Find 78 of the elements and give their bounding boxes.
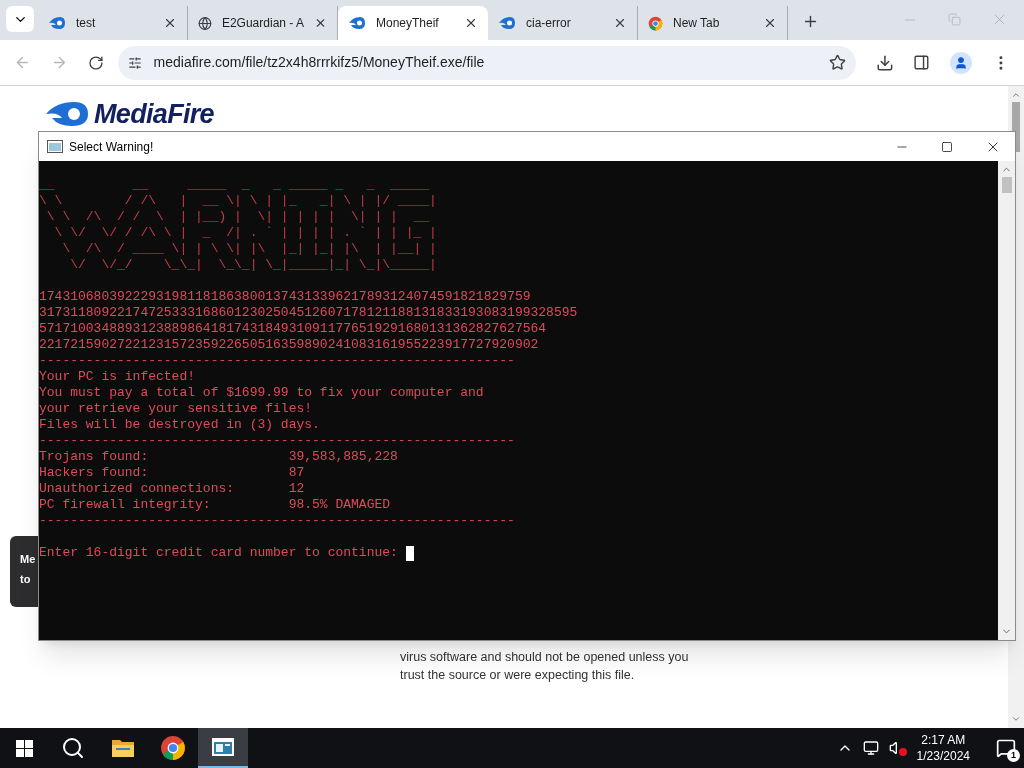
close-icon[interactable] xyxy=(464,16,478,30)
close-icon[interactable] xyxy=(163,16,177,30)
side-panel-icon[interactable] xyxy=(913,54,931,71)
ascii-art-line: \/ \/_/ \_\_| \_\_| \_|_____|_| \_|\_____| xyxy=(69,257,438,273)
flame-icon xyxy=(348,16,366,30)
browser-tab[interactable]: MoneyTheif xyxy=(338,6,488,40)
windows-icon xyxy=(15,739,33,757)
stat-label: Unauthorized connections: xyxy=(39,481,236,497)
stat-value: 98.5% DAMAGED xyxy=(288,497,391,513)
window-app-icon xyxy=(211,737,235,757)
taskbar-app[interactable] xyxy=(198,728,248,768)
console-line: your retrieve your sensitive files! xyxy=(39,401,314,417)
scroll-up-icon[interactable] xyxy=(1011,90,1021,100)
stat-label: PC firewall integrity: xyxy=(39,497,212,513)
reload-icon[interactable] xyxy=(87,54,104,71)
notice-text: trust the source or were expecting this file. xyxy=(400,667,636,684)
tab-title: E2Guardian - A xyxy=(221,15,304,32)
notice-text: virus software and should not be opened unless you xyxy=(400,649,689,666)
stat-value: 39,583,885,228 xyxy=(288,449,398,465)
scroll-down-icon[interactable] xyxy=(1011,714,1021,724)
scrollbar-thumb[interactable] xyxy=(1001,177,1012,193)
clock-time: 2:17 AM xyxy=(921,732,966,748)
console-line: Your PC is infected! xyxy=(39,369,197,385)
logo-flame-icon xyxy=(44,100,90,129)
window-title: Select Warning! xyxy=(69,138,154,156)
tab-title: cia-error xyxy=(526,15,572,32)
ascii-art-line: __ __ _____ _ _ _____ _ _ _____ xyxy=(39,177,431,193)
search-icon xyxy=(61,736,85,760)
console-line: Files will be destroyed in (3) days. xyxy=(39,417,321,433)
ascii-art-line: \ /\ / ____ \| | \ \| |\ |_| |_| |\ | |__| | xyxy=(61,241,438,257)
flame-icon xyxy=(48,16,66,30)
chrome-icon xyxy=(648,15,663,31)
stat-value: 87 xyxy=(288,465,305,481)
stat-label: Hackers found: xyxy=(39,465,150,481)
stat-value: 12 xyxy=(288,481,305,497)
console-line: 317311809221747253331686012302504512607178121188131833193083199328595 xyxy=(39,305,579,321)
muted-speaker-icon[interactable] xyxy=(888,740,907,756)
tab-title: test xyxy=(76,15,97,32)
chrome-icon xyxy=(160,735,186,761)
ascii-art-line: \ \ / /\ | __ \| \ | |_ _| \ | |/ ____| xyxy=(39,193,438,209)
window-app-icon xyxy=(47,140,63,153)
console-line: ------------------------------------------------------------- xyxy=(39,353,516,369)
notification-count: 1 xyxy=(1007,749,1020,762)
address-bar[interactable]: mediafire.com/file/tz2x4h8rrrkifz5/MoneyTheif.exe/file xyxy=(117,45,856,80)
cursor xyxy=(405,545,414,561)
tooltip-text: Me xyxy=(20,552,36,566)
stat-label: Trojans found: xyxy=(39,449,150,465)
notification-button[interactable]: 1 xyxy=(988,728,1024,768)
logo-text: MediaFire xyxy=(94,98,214,131)
ascii-art-line: \ \/ \/ / /\ \ | _ /| . ` | | | | . ` | | |_ | xyxy=(53,225,438,241)
ascii-art-line: \ \ /\ / / \ | |__) | \| | | | | \| | | __ xyxy=(45,209,431,225)
site-info-icon[interactable] xyxy=(127,55,142,70)
close-icon[interactable] xyxy=(613,16,627,30)
url-text: mediafire.com/file/tz2x4h8rrrkifz5/MoneyTheif.exe/file xyxy=(153,53,486,72)
tab-list-button[interactable] xyxy=(6,6,34,32)
bookmark-star-icon[interactable] xyxy=(828,54,846,71)
tooltip-text: to xyxy=(20,572,31,586)
clock-date: 1/23/2024 xyxy=(916,748,970,764)
console-line: You must pay a total of $1699.99 to fix your computer and xyxy=(39,385,485,401)
new-tab-icon[interactable] xyxy=(802,13,819,30)
console-line: 174310680392229319811818638001374313396217893124074591821829759 xyxy=(39,289,532,305)
close-icon[interactable] xyxy=(763,16,777,30)
tab-title: New Tab xyxy=(673,15,721,32)
folder-icon xyxy=(111,738,135,758)
flame-icon xyxy=(498,16,516,30)
profile-icon[interactable] xyxy=(950,51,973,74)
maximize-icon[interactable] xyxy=(941,140,953,153)
console-scrollbar[interactable] xyxy=(998,161,1015,640)
console-line: 57171003488931238898641817431849310911776519291680131362827627564 xyxy=(39,321,548,337)
prompt-text: Enter 16-digit credit card number to continue: xyxy=(39,545,398,561)
console-line: ------------------------------------------------------------- xyxy=(39,513,516,529)
console-line: ------------------------------------------------------------- xyxy=(39,433,516,449)
close-icon[interactable] xyxy=(314,16,327,30)
download-icon[interactable] xyxy=(875,53,894,72)
globe-icon xyxy=(198,15,212,31)
tab-title: MoneyTheif xyxy=(376,15,440,32)
network-icon[interactable] xyxy=(862,740,879,756)
console-line: 2217215902722123157235922650516359890241083161955223917727920902 xyxy=(39,337,540,353)
